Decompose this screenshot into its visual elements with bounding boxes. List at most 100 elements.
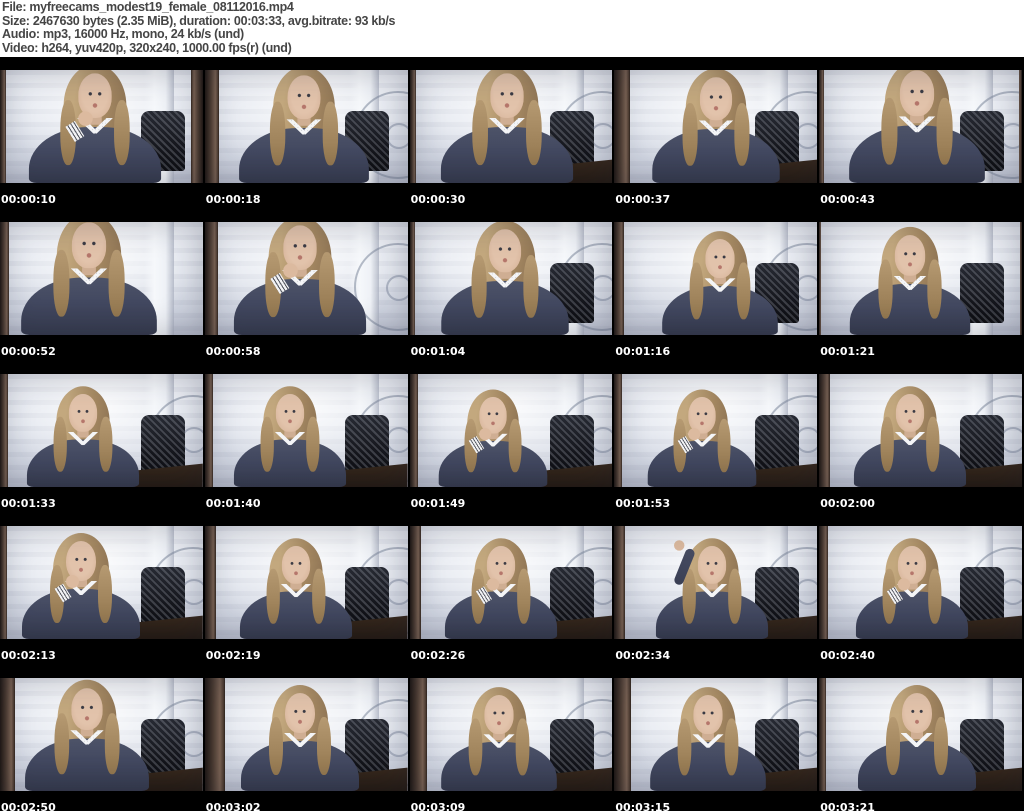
office-chair <box>140 719 185 779</box>
face <box>901 693 932 733</box>
neck <box>492 728 505 741</box>
hair-strand-right <box>322 101 339 166</box>
person-figure <box>222 70 387 183</box>
desk-edge <box>302 767 408 791</box>
timestamp-bar: 00:00:58 <box>205 335 410 361</box>
white-column <box>348 678 379 791</box>
desk-edge <box>506 615 613 639</box>
hair-strand-right <box>926 416 940 472</box>
timestamp-bar: 00:01:04 <box>410 335 615 361</box>
hair-strand-left <box>471 568 485 624</box>
face <box>283 225 317 271</box>
desk-edge <box>97 767 203 791</box>
thumbnail-image <box>614 222 818 335</box>
hair-strand-right <box>105 713 120 775</box>
neck <box>498 265 512 279</box>
thumbnail-cell: 00:03:09 <box>409 665 615 811</box>
timestamp-bar: 00:02:00 <box>819 487 1024 513</box>
desk-edge <box>916 615 1022 639</box>
curtain-background <box>819 678 1022 791</box>
timestamp-bar: 00:02:50 <box>0 791 205 811</box>
audio-line: Audio: mp3, 16000 Hz, mono, 24 kb/s (und… <box>2 27 244 42</box>
desk-edge <box>711 463 818 487</box>
thumbnail-cell: 00:00:52 <box>0 209 205 361</box>
door-frame-left <box>614 526 626 639</box>
timestamp-label: 00:01:16 <box>615 345 671 358</box>
door-frame-left <box>409 222 415 335</box>
desk-edge <box>97 615 203 639</box>
face <box>285 693 316 733</box>
desk-edge <box>711 615 818 639</box>
sweater-body <box>857 741 976 791</box>
office-chair <box>754 719 799 779</box>
timestamp-bar: 00:01:53 <box>614 487 819 513</box>
hair-strand-right <box>936 97 953 165</box>
timestamp-bar: 00:02:26 <box>410 639 615 665</box>
office-chair <box>754 111 799 171</box>
sweater-body <box>21 277 158 335</box>
face <box>486 545 516 584</box>
white-column <box>143 222 174 335</box>
office-chair <box>959 263 1004 323</box>
white-column <box>143 678 174 791</box>
hair-strand-left <box>881 416 895 472</box>
thumbnail-cell: 00:01:21 <box>819 209 1024 361</box>
thumbnail-cell: 00:02:40 <box>819 513 1024 665</box>
hair-strand-left <box>53 416 67 472</box>
white-collar <box>698 120 734 136</box>
neck <box>904 269 917 282</box>
hair-strand-right <box>717 418 731 473</box>
fan-outline-icon <box>968 91 1022 179</box>
curtain-background <box>204 526 408 639</box>
thumbnail-cell: 00:01:33 <box>0 361 205 513</box>
hair <box>881 226 940 321</box>
door-frame-right <box>1020 222 1022 335</box>
hair <box>466 389 519 475</box>
white-column <box>758 374 789 487</box>
face <box>687 396 716 434</box>
white-column <box>758 222 789 335</box>
hair-strand-right <box>108 249 125 317</box>
person-figure <box>6 531 156 639</box>
timestamp-label: 00:03:15 <box>615 801 671 811</box>
hair-strand-left <box>682 103 698 166</box>
white-collar <box>895 431 926 446</box>
white-column <box>553 526 584 639</box>
timestamp-bar: 00:00:37 <box>614 183 819 209</box>
door-frame-left <box>819 222 822 335</box>
neck <box>294 727 307 739</box>
hair-strand-right <box>724 718 739 776</box>
office-chair <box>959 415 1004 475</box>
office-chair <box>959 111 1004 171</box>
hair-strand-right <box>933 717 948 775</box>
curtain-background <box>409 374 613 487</box>
door-frame-left <box>204 374 213 487</box>
office-chair <box>140 415 185 475</box>
hair-strand-left <box>270 101 286 166</box>
neck <box>290 578 302 590</box>
office-chair <box>140 111 185 171</box>
neck <box>284 426 296 438</box>
timestamp-bar: 00:02:19 <box>205 639 410 665</box>
hair-strand-left <box>54 713 70 775</box>
thumbnail-image <box>819 678 1022 791</box>
neck <box>500 111 514 125</box>
white-column <box>963 678 994 791</box>
curtain-background <box>0 70 203 183</box>
fan-outline-icon <box>558 91 613 179</box>
timestamp-label: 00:02:13 <box>1 649 56 662</box>
thumbnail-image <box>0 374 203 487</box>
office-chair <box>959 719 1004 779</box>
white-column <box>963 222 994 335</box>
raised-hand <box>673 540 685 551</box>
white-collar <box>478 433 508 447</box>
thumbnail-cell: 00:01:49 <box>409 361 615 513</box>
person-figure <box>430 536 573 639</box>
person-figure <box>225 536 368 639</box>
hand <box>687 428 700 441</box>
desk-edge <box>711 159 818 183</box>
timestamp-label: 00:00:43 <box>820 193 875 206</box>
hair <box>884 70 949 167</box>
sweater-body <box>856 591 969 639</box>
thumbnail-image <box>614 678 818 791</box>
